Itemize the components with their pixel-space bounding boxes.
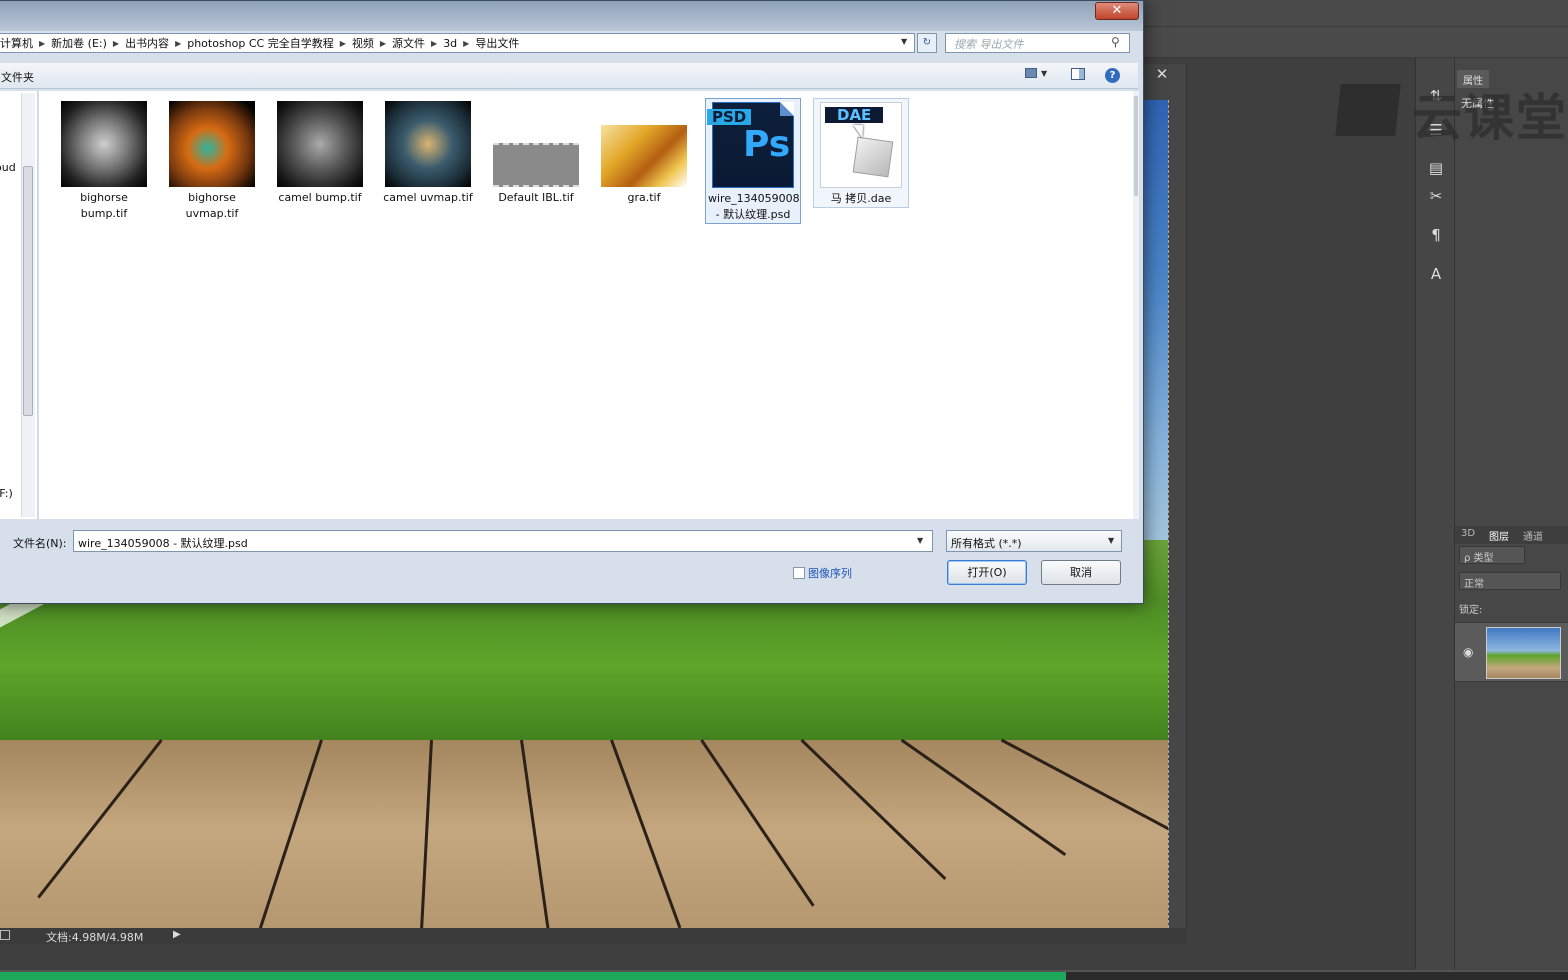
dae-tag: DAE: [825, 107, 884, 123]
right-panel: [1455, 58, 1568, 970]
layer-filter-select[interactable]: ρ 类型: [1459, 546, 1525, 564]
file-item[interactable]: gra.tif: [596, 101, 692, 206]
eye-icon[interactable]: ◉: [1463, 645, 1473, 659]
breadcrumb-separator-icon[interactable]: ▶: [175, 39, 181, 48]
psd-tag: PSD: [707, 109, 752, 125]
image-thumbnail: [601, 125, 687, 187]
status-menu-arrow-icon[interactable]: ▶: [173, 929, 181, 940]
open-file-dialog: ✕ 计算机 ▶ 新加卷 (E:) ▶ 出书内容 ▶ photoshop CC 完全自学…: [0, 0, 1144, 604]
open-button[interactable]: 打开(O): [947, 560, 1027, 585]
file-name: gra.tif: [627, 191, 661, 204]
breadcrumb[interactable]: 计算机 ▶ 新加卷 (E:) ▶ 出书内容 ▶ photoshop CC 完全自学教程…: [0, 33, 915, 53]
file-list-scrollbar-thumb[interactable]: [1134, 96, 1138, 196]
breadcrumb-item[interactable]: 导出文件: [475, 35, 519, 51]
document-close-icon[interactable]: ✕: [1150, 66, 1174, 82]
file-type-select[interactable]: 所有格式 (*.*): [946, 530, 1122, 552]
breadcrumb-item[interactable]: photoshop CC 完全自学教程: [187, 35, 334, 51]
view-mode-chevron-down-icon[interactable]: ▼: [1041, 69, 1047, 78]
file-item-hovered[interactable]: DAE 马 拷贝.dae: [813, 98, 909, 208]
search-input[interactable]: 搜索 导出文件: [945, 33, 1130, 53]
file-name: camel bump.tif: [278, 191, 362, 204]
breadcrumb-item[interactable]: 3d: [443, 37, 457, 50]
filename-input[interactable]: wire_134059008 - 默认纹理.psd: [73, 530, 933, 552]
breadcrumb-separator-icon[interactable]: ▶: [463, 39, 469, 48]
breadcrumb-separator-icon[interactable]: ▶: [431, 39, 437, 48]
tab-channels[interactable]: 通道: [1523, 528, 1543, 543]
refresh-icon[interactable]: ↻: [917, 33, 937, 53]
lock-label: 锁定:: [1459, 605, 1483, 616]
file-item[interactable]: camel bump.tif: [272, 101, 368, 206]
dialog-title-bar[interactable]: [0, 1, 1143, 31]
canvas-wood-floor: [0, 740, 1168, 928]
panel-dock: ⇅ ☰ ▤ ✂ ¶ A: [1415, 58, 1455, 970]
file-name: wire_134059008 - 默认纹理.psd: [708, 192, 800, 221]
blend-mode-select[interactable]: 正常: [1459, 572, 1561, 590]
search-icon[interactable]: ⚲: [1111, 35, 1125, 49]
video-progress-fill: [0, 972, 1067, 980]
tab-layers[interactable]: 图层: [1489, 528, 1509, 543]
zoom-icon: [0, 930, 10, 940]
address-history-chevron-down-icon[interactable]: ▼: [901, 37, 907, 46]
breadcrumb-separator-icon[interactable]: ▶: [39, 39, 45, 48]
ps-glyph: Ps: [743, 124, 791, 165]
file-item[interactable]: bighorse bump.tif: [56, 101, 152, 222]
breadcrumb-item[interactable]: 源文件: [392, 35, 425, 51]
file-name: camel uvmap.tif: [383, 191, 473, 204]
dae-file-icon: DAE: [820, 102, 902, 188]
document-size-readout[interactable]: 文档:4.98M/4.98M: [46, 929, 143, 945]
file-type-chevron-down-icon[interactable]: ▼: [1108, 536, 1114, 545]
breadcrumb-separator-icon[interactable]: ▶: [380, 39, 386, 48]
navigation-scrollbar-thumb[interactable]: [23, 166, 33, 416]
paragraph-icon[interactable]: ¶: [1424, 223, 1448, 247]
file-name: Default IBL.tif: [498, 191, 574, 204]
nav-item[interactable]: oud: [0, 161, 16, 174]
breadcrumb-item[interactable]: 新加卷 (E:): [51, 35, 107, 51]
file-name: bighorse uvmap.tif: [185, 191, 239, 220]
character-icon[interactable]: A: [1424, 262, 1448, 286]
video-progress-bar[interactable]: [0, 972, 1568, 980]
align-icon[interactable]: ▤: [1424, 156, 1448, 180]
image-thumbnail: [277, 101, 363, 187]
file-item[interactable]: camel uvmap.tif: [380, 101, 476, 206]
view-mode-icon[interactable]: [1025, 68, 1037, 78]
breadcrumb-item[interactable]: 出书内容: [125, 35, 169, 51]
breadcrumb-item[interactable]: 视频: [352, 35, 374, 51]
dialog-toolbar: 文件夹: [0, 63, 1138, 89]
cancel-button[interactable]: 取消: [1041, 560, 1121, 585]
tools-icon[interactable]: ✂: [1424, 184, 1448, 208]
close-icon[interactable]: ✕: [1095, 2, 1139, 20]
psd-file-icon: PSD Ps: [707, 102, 794, 188]
tab-3d[interactable]: 3D: [1461, 528, 1475, 539]
cube-icon: [852, 136, 894, 178]
layer-thumbnail[interactable]: [1486, 627, 1561, 679]
new-folder-button[interactable]: 文件夹: [1, 69, 34, 85]
file-item-selected[interactable]: PSD Ps wire_134059008 - 默认纹理.psd: [705, 98, 801, 224]
layers-panel-tabs: 3D 图层 通道: [1455, 526, 1568, 544]
file-item[interactable]: Default IBL.tif: [488, 101, 584, 206]
image-thumbnail: [61, 101, 147, 187]
watermark-text: 云课堂: [1412, 89, 1568, 147]
file-name: bighorse bump.tif: [80, 191, 128, 220]
watermark-logo-icon: [1335, 84, 1401, 136]
filename-chevron-down-icon[interactable]: ▼: [917, 536, 923, 545]
preview-pane-icon[interactable]: [1071, 68, 1085, 80]
image-thumbnail: [169, 101, 255, 187]
file-item[interactable]: bighorse uvmap.tif: [164, 101, 260, 222]
image-thumbnail: [493, 143, 579, 187]
file-name: 马 拷贝.dae: [830, 192, 892, 205]
document-status-bar: 文档:4.98M/4.98M ▶: [0, 928, 1187, 944]
image-thumbnail: [385, 101, 471, 187]
filename-label: 文件名(N):: [13, 537, 67, 550]
breadcrumb-separator-icon[interactable]: ▶: [113, 39, 119, 48]
image-sequence-checkbox[interactable]: [793, 567, 805, 579]
help-icon[interactable]: ?: [1105, 68, 1120, 83]
breadcrumb-item[interactable]: 计算机: [0, 35, 33, 51]
nav-item[interactable]: (F:): [0, 487, 13, 500]
image-sequence-label[interactable]: 图像序列: [808, 565, 852, 581]
breadcrumb-separator-icon[interactable]: ▶: [340, 39, 346, 48]
